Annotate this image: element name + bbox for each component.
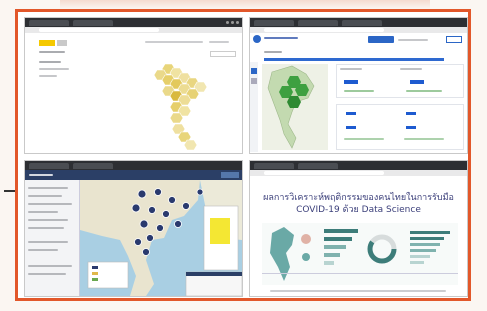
- bar-indicator: [404, 138, 444, 140]
- report-infographic: [262, 223, 458, 285]
- layer-item[interactable]: [28, 227, 64, 229]
- left-rail: [250, 62, 258, 152]
- layer-item[interactable]: [28, 195, 62, 197]
- browser-tab[interactable]: [298, 19, 338, 26]
- layer-item[interactable]: [28, 187, 68, 189]
- nav-button[interactable]: [368, 36, 394, 43]
- maximize-icon[interactable]: [231, 21, 234, 24]
- close-icon[interactable]: [236, 21, 239, 24]
- url-field[interactable]: [39, 28, 159, 32]
- header-strip: [264, 58, 444, 61]
- left-dash-mark: [4, 190, 15, 192]
- card-label: [340, 68, 362, 70]
- minimize-icon[interactable]: [226, 21, 229, 24]
- bar-indicator: [344, 138, 384, 140]
- layer-panel: [25, 180, 80, 296]
- bubble: [301, 234, 311, 244]
- panel-hexbin-map: [24, 17, 243, 154]
- rail-icon[interactable]: [251, 78, 257, 84]
- gis-map-canvas[interactable]: [80, 180, 242, 296]
- sidebar-text: [39, 75, 57, 77]
- layer-item[interactable]: [28, 249, 58, 251]
- map-legend: [210, 51, 236, 57]
- layer-item[interactable]: [28, 265, 72, 267]
- section-heading: [264, 51, 282, 53]
- rail-icon[interactable]: [251, 68, 257, 74]
- address-bar-row: [250, 170, 467, 176]
- trend-line: [406, 90, 442, 92]
- divider: [262, 273, 458, 274]
- nav-menu[interactable]: [398, 39, 428, 41]
- browser-tab[interactable]: [298, 162, 338, 169]
- panel-webgis: [24, 160, 243, 297]
- browser-tab[interactable]: [29, 19, 69, 26]
- stat-value: [406, 126, 416, 129]
- browser-tab[interactable]: [254, 19, 294, 26]
- layer-item[interactable]: [28, 211, 58, 213]
- window-controls: [226, 21, 239, 24]
- hex-cells: [153, 63, 208, 151]
- stat-value: [346, 126, 356, 129]
- layer-item[interactable]: [28, 241, 68, 243]
- browser-tabbar: [250, 18, 467, 27]
- brand-logo-icon: [253, 35, 261, 43]
- slide: ผลการวิเคราะห์พฤติกรรมของคนไทยในการรับมื…: [0, 0, 487, 311]
- header-menu[interactable]: [209, 41, 229, 43]
- address-bar-row: [250, 27, 467, 33]
- sidebar-text: [39, 61, 61, 63]
- sidebar-text: [39, 68, 69, 70]
- panel-dashboard: [249, 17, 468, 154]
- browser-tab[interactable]: [29, 162, 69, 169]
- header-menu[interactable]: [145, 41, 203, 43]
- stat-value: [346, 112, 356, 115]
- toolbar-icon[interactable]: [57, 40, 67, 46]
- url-field[interactable]: [264, 28, 384, 32]
- browser-tab[interactable]: [342, 19, 382, 26]
- login-button[interactable]: [446, 36, 462, 43]
- browser-tab[interactable]: [254, 162, 294, 169]
- card-label: [400, 68, 422, 70]
- layer-item[interactable]: [28, 219, 68, 221]
- legend-swatch: [92, 272, 98, 275]
- bubble: [302, 253, 310, 261]
- screenshot-collage-frame: ผลการวิเคราะห์พฤติกรรมของคนไทยในการรับมื…: [15, 9, 471, 301]
- hexbin-map-thailand[interactable]: [145, 58, 215, 152]
- gis-toolbar: [25, 170, 242, 180]
- address-bar-row: [25, 27, 242, 33]
- browser-tabbar: [25, 161, 242, 170]
- brand-name: [264, 37, 298, 39]
- browser-tabbar: [250, 161, 467, 170]
- browser-tab[interactable]: [73, 162, 113, 169]
- layer-item[interactable]: [28, 203, 72, 205]
- stat-value: [406, 112, 416, 115]
- top-fade-decoration: [60, 0, 430, 9]
- app-logo: [39, 40, 55, 46]
- thailand-map[interactable]: [262, 64, 328, 150]
- stat-value: [410, 80, 424, 84]
- attribute-table-header: [186, 272, 242, 276]
- browser-tab[interactable]: [73, 19, 113, 26]
- report-title-line1: ผลการวิเคราะห์พฤติกรรมของคนไทยในการรับมื…: [263, 193, 454, 203]
- sidebar-title: [39, 51, 65, 53]
- report-title-line2: COVID-19 ด้วย Data Science: [296, 205, 421, 215]
- trend-line: [344, 90, 374, 92]
- browser-tabbar: [25, 18, 242, 27]
- panel-report: ผลการวิเคราะห์พฤติกรรมของคนไทยในการรับมื…: [249, 160, 468, 297]
- stat-value: [344, 80, 358, 84]
- legend-swatch: [92, 266, 98, 269]
- toolbar-button[interactable]: [221, 172, 239, 178]
- legend-swatch: [92, 278, 98, 281]
- layer-item[interactable]: [28, 273, 66, 275]
- url-field[interactable]: [264, 171, 384, 175]
- info-yellow-block: [210, 218, 230, 244]
- report-caption: [270, 290, 446, 292]
- gis-title: [29, 174, 53, 176]
